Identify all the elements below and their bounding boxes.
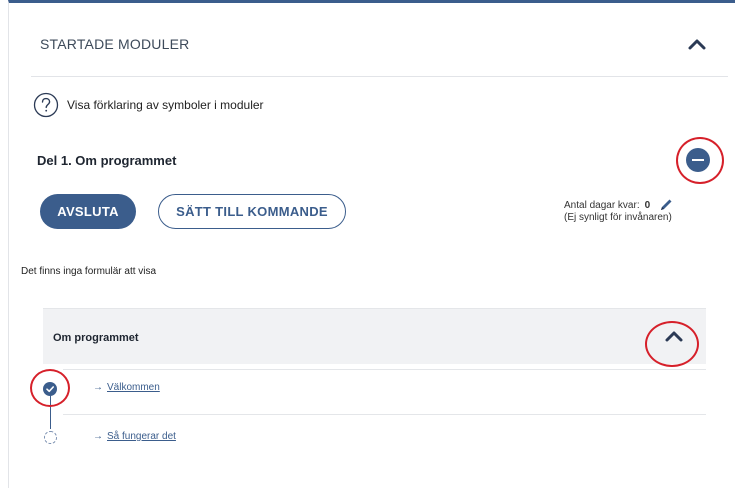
step-link-label[interactable]: Så fungerar det bbox=[107, 431, 176, 442]
days-note: (Ej synligt för invånaren) bbox=[564, 212, 672, 223]
step-done-icon bbox=[43, 382, 57, 396]
arrow-right-icon: → bbox=[93, 431, 103, 442]
days-remaining: Antal dagar kvar: 0 bbox=[564, 197, 674, 213]
started-modules-card: STARTADE MODULER Visa förklaring av symb… bbox=[8, 0, 735, 488]
step-link-welcome[interactable]: → Välkommen bbox=[93, 382, 160, 393]
question-circle-icon bbox=[33, 92, 59, 118]
header-divider bbox=[31, 76, 728, 77]
timeline-line bbox=[50, 394, 51, 429]
module-header: Om programmet bbox=[43, 308, 706, 364]
days-remaining-value: 0 bbox=[644, 199, 651, 211]
chevron-up-icon[interactable] bbox=[685, 33, 709, 55]
row-divider bbox=[63, 369, 706, 370]
days-remaining-label: Antal dagar kvar: bbox=[564, 199, 640, 211]
set-upcoming-button[interactable]: SÄTT TILL KOMMANDE bbox=[158, 194, 346, 229]
module-title: Om programmet bbox=[53, 332, 139, 344]
no-forms-message: Det finns inga formulär att visa bbox=[21, 266, 157, 277]
chevron-up-icon[interactable] bbox=[663, 326, 685, 346]
check-icon bbox=[46, 386, 54, 393]
collapse-section-button[interactable] bbox=[686, 148, 710, 172]
step-link-how-it-works[interactable]: → Så fungerar det bbox=[93, 431, 176, 442]
row-divider bbox=[63, 414, 706, 415]
legend-text: Visa förklaring av symboler i moduler bbox=[67, 98, 264, 112]
symbol-legend-link[interactable]: Visa förklaring av symboler i moduler bbox=[33, 92, 264, 118]
arrow-right-icon: → bbox=[93, 382, 103, 393]
step-pending-icon bbox=[44, 431, 57, 444]
finish-button[interactable]: AVSLUTA bbox=[40, 194, 136, 229]
pencil-icon[interactable] bbox=[658, 197, 674, 213]
step-link-label[interactable]: Välkommen bbox=[107, 382, 160, 393]
card-header: STARTADE MODULER bbox=[9, 3, 735, 75]
section-title: Del 1. Om programmet bbox=[37, 153, 177, 168]
card-title: STARTADE MODULER bbox=[40, 36, 190, 52]
